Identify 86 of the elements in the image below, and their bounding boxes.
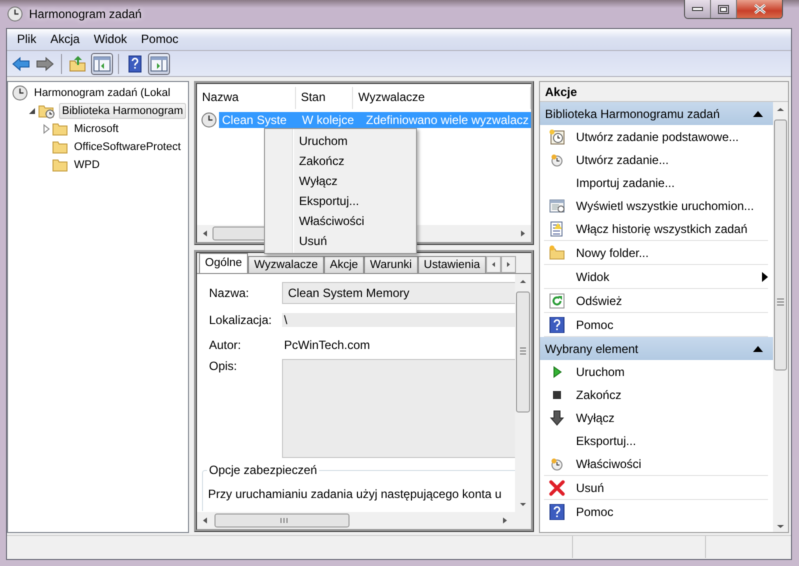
close-icon xyxy=(754,4,766,14)
menu-item[interactable]: Eksportuj... xyxy=(267,191,414,211)
menu-item[interactable]: Zakończ xyxy=(267,151,414,171)
action-item[interactable]: Importuj zadanie... xyxy=(544,171,768,194)
author-value: PcWinTech.com xyxy=(283,338,372,352)
action-item[interactable]: Usuń xyxy=(544,476,768,500)
menu-item[interactable]: Uruchom xyxy=(267,131,414,151)
delete-icon xyxy=(548,478,566,497)
help-icon xyxy=(549,316,565,333)
tab[interactable]: Akcje xyxy=(324,256,364,274)
clock-icon xyxy=(12,85,28,102)
tab-scroll-arrows[interactable] xyxy=(486,256,516,274)
refresh-icon xyxy=(549,292,565,309)
console-tree-button[interactable] xyxy=(91,52,113,75)
menu-item[interactable]: Plik xyxy=(10,32,44,46)
action-item[interactable]: Utwórz zadanie... xyxy=(544,148,768,172)
action-item[interactable]: Włącz historię wszystkich zadań xyxy=(544,217,768,240)
name-field[interactable]: Clean System Memory xyxy=(282,282,515,304)
collapse-arrow-icon[interactable] xyxy=(753,110,763,117)
tab[interactable]: Ogólne xyxy=(199,253,248,274)
action-item[interactable]: Uruchom xyxy=(544,360,768,384)
tab[interactable]: Ustawienia xyxy=(418,256,486,274)
down-arrow-icon xyxy=(549,410,565,426)
pane-title: Akcje xyxy=(540,82,788,102)
location-value: \ xyxy=(282,313,515,328)
description-field[interactable] xyxy=(282,359,515,458)
menu-item[interactable]: Pomoc xyxy=(134,32,186,46)
tab[interactable]: Warunki xyxy=(364,256,418,274)
folder-icon xyxy=(52,139,68,156)
folder-icon xyxy=(52,121,68,138)
calendar-clock-icon xyxy=(549,128,565,145)
action-item[interactable]: Eksportuj... xyxy=(544,429,768,452)
field-label: Lokalizacja: xyxy=(209,313,273,328)
column-header[interactable]: Wyzwalacze xyxy=(353,87,531,110)
action-item[interactable]: Nowy folder... xyxy=(544,241,768,264)
action-item[interactable]: Wyświetl wszystkie uruchomion... xyxy=(544,194,768,218)
field-label: Opis: xyxy=(209,359,238,374)
new-folder-icon xyxy=(549,244,565,261)
calendar-icon xyxy=(549,198,565,214)
minimize-icon xyxy=(692,7,703,11)
clock-icon xyxy=(201,112,217,128)
window-title: Harmonogram zadań xyxy=(29,7,142,21)
action-item[interactable]: Widok xyxy=(544,265,768,288)
section-title: Biblioteka Harmonogramu zadań xyxy=(545,106,720,121)
action-item[interactable]: Właściwości xyxy=(544,452,768,476)
log-icon xyxy=(549,220,565,237)
help-icon xyxy=(549,504,565,520)
menu-item[interactable]: Wyłącz xyxy=(267,171,414,191)
column-header[interactable]: Stan xyxy=(296,87,354,110)
security-text: Przy uruchamianiu zadania użyj następującego konta u xyxy=(208,487,503,502)
group-title: Opcje zabezpieczeń xyxy=(207,463,320,478)
maximize-button[interactable] xyxy=(711,0,737,18)
action-item[interactable]: Utwórz zadanie podstawowe... xyxy=(544,125,768,148)
minimize-button[interactable] xyxy=(685,0,711,18)
collapse-arrow-icon[interactable] xyxy=(753,346,763,352)
folder-icon xyxy=(52,157,68,174)
close-button[interactable] xyxy=(737,0,782,18)
menu-item[interactable]: Właściwości xyxy=(267,211,414,231)
column-header[interactable]: Nazwa xyxy=(197,87,296,110)
tree-item[interactable]: Biblioteka Harmonogram xyxy=(59,103,186,120)
action-item[interactable]: Pomoc xyxy=(544,500,768,524)
action-item[interactable]: Pomoc xyxy=(544,313,768,336)
section-title: Wybrany element xyxy=(545,342,638,356)
clock-icon xyxy=(7,6,23,22)
field-label: Nazwa: xyxy=(209,286,250,300)
vertical-scrollbar[interactable] xyxy=(773,102,788,532)
menu-item[interactable]: Usuń xyxy=(267,231,414,251)
action-item[interactable]: Odśwież xyxy=(544,289,768,312)
tree-item[interactable]: Harmonogram zadań (Lokal xyxy=(31,85,174,102)
field-label: Autor: xyxy=(209,338,242,352)
clock-icon xyxy=(550,456,564,471)
vertical-scrollbar[interactable] xyxy=(515,274,531,512)
tab[interactable]: Wyzwalacze xyxy=(248,256,324,274)
clock-icon xyxy=(550,152,564,167)
tree-item[interactable]: WPD xyxy=(71,157,103,174)
tree-item[interactable]: OfficeSoftwareProtect xyxy=(71,139,184,156)
menu-item[interactable]: Akcja xyxy=(43,32,87,46)
maximize-icon xyxy=(718,4,729,14)
action-item[interactable]: Wyłącz xyxy=(544,406,768,430)
action-item[interactable]: Zakończ xyxy=(544,383,768,406)
section-header[interactable]: Biblioteka Harmonogramu zadań xyxy=(540,102,773,126)
section-header[interactable]: Wybrany element xyxy=(540,337,773,360)
folder-clock-icon xyxy=(38,103,56,120)
action-pane-button[interactable] xyxy=(148,52,170,75)
menu-item[interactable]: Widok xyxy=(86,32,134,46)
tree-item[interactable]: Microsoft xyxy=(71,121,122,138)
